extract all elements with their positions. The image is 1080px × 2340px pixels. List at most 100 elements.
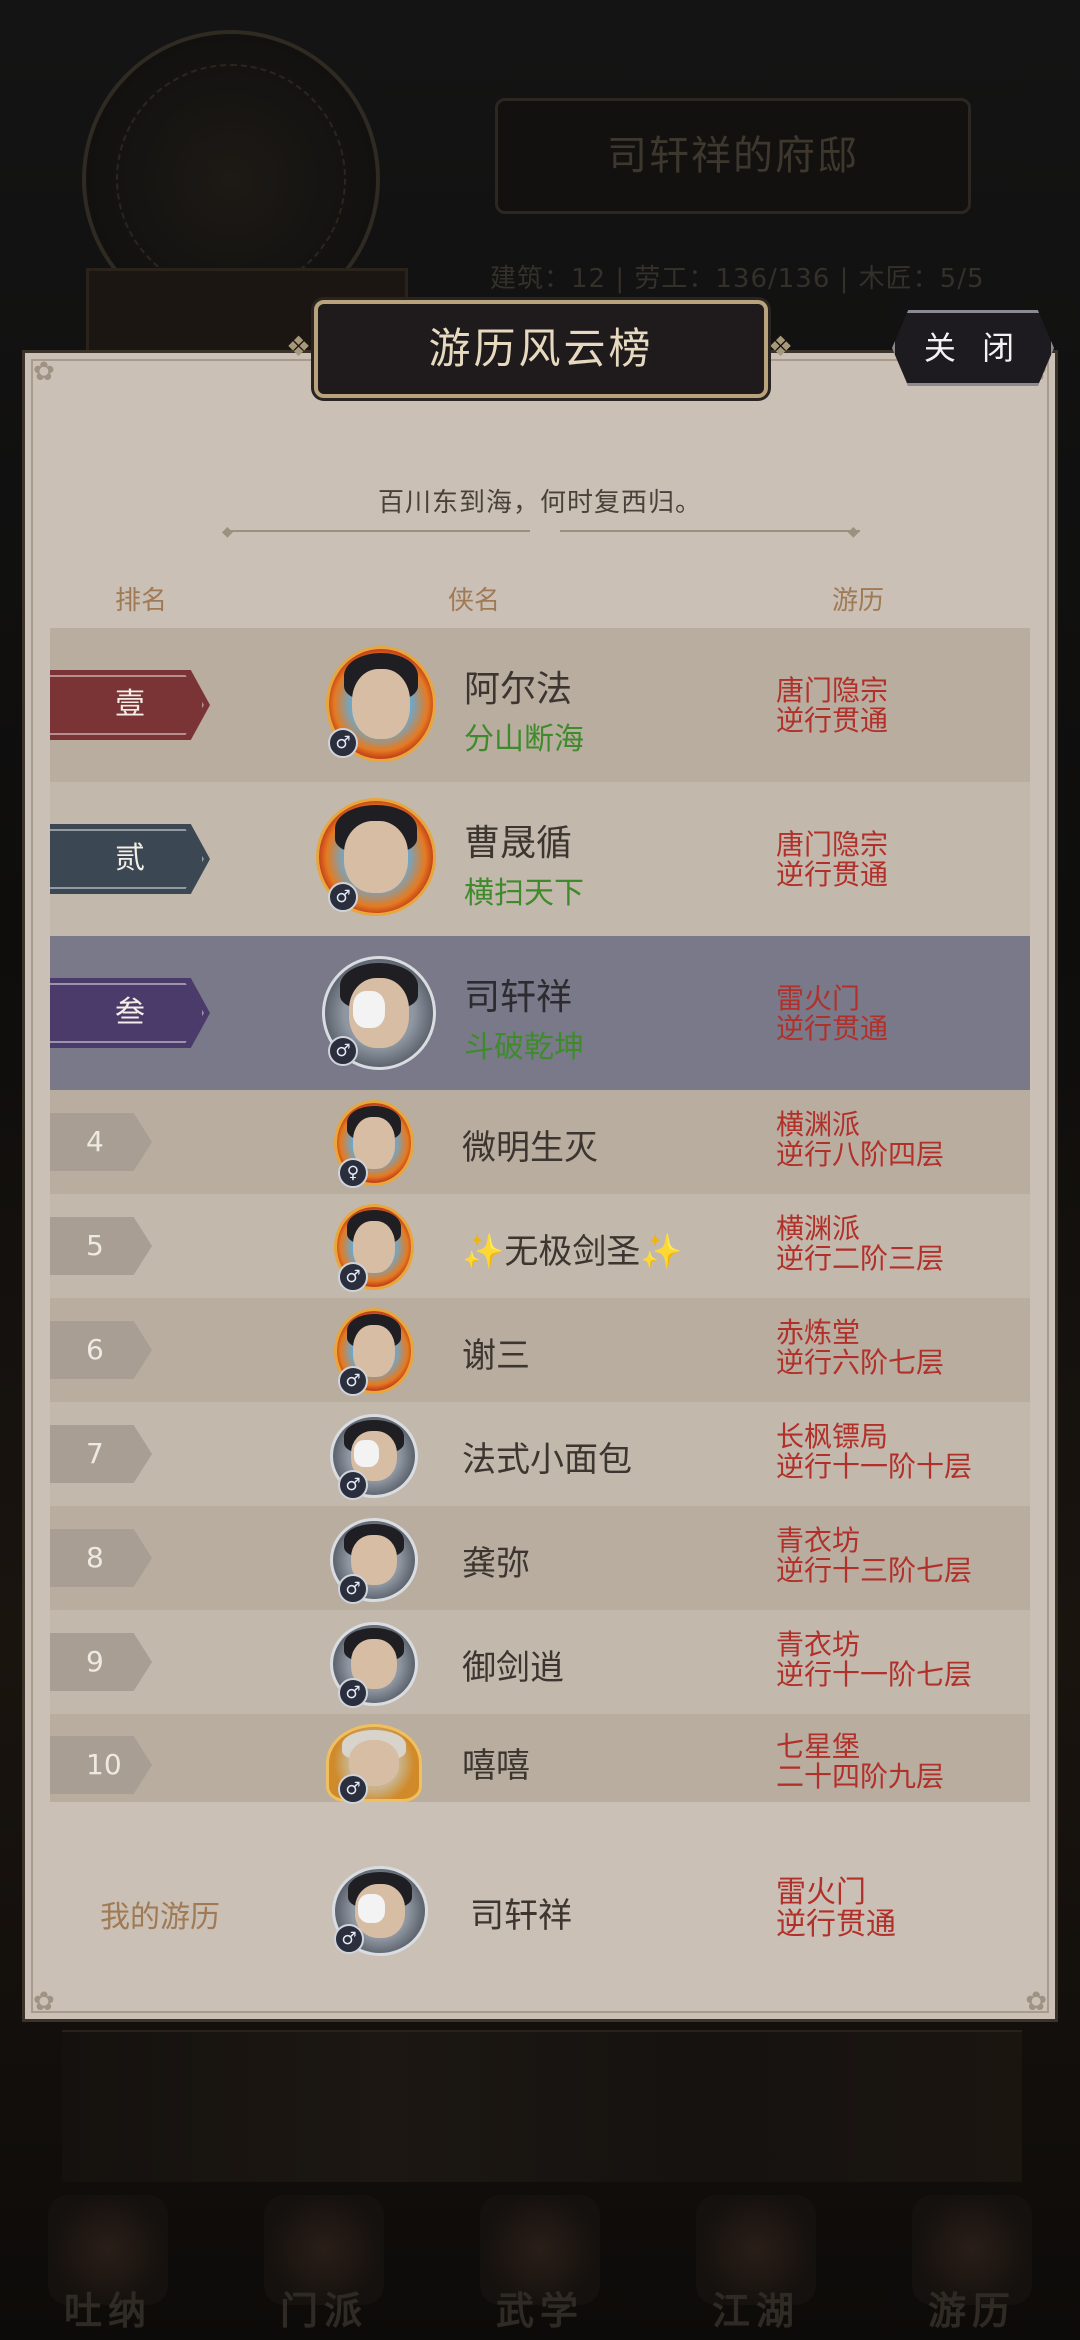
rank-tab: 7	[50, 1425, 152, 1483]
sect-name: 横渊派	[776, 1212, 861, 1245]
town-scene	[62, 2030, 1022, 2182]
player-name: 御剑逍	[462, 1648, 564, 1688]
my-record-label: 我的游历	[100, 1900, 220, 1935]
sect-name: 七星堡	[776, 1730, 861, 1763]
player-title: 斗破乾坤	[464, 1030, 584, 1065]
my-name: 司轩祥	[470, 1896, 572, 1936]
player-title: 分山断海	[464, 722, 584, 757]
player-name: 微明生灭	[462, 1128, 598, 1168]
ranking-row-4[interactable]: 4 ♀ 微明生灭 横渊派 逆行八阶四层	[50, 1090, 1030, 1194]
male-icon: ♂	[338, 1678, 368, 1708]
nav-item-breathing[interactable]: 吐纳	[23, 2195, 193, 2335]
nav-label: 吐纳	[63, 2289, 152, 2333]
travel-progress: 逆行贯通	[776, 1012, 889, 1045]
residence-title: 司轩祥的府邸	[495, 98, 971, 214]
sect-name: 唐门隐宗	[776, 828, 889, 861]
rank-tab: 10	[50, 1736, 152, 1794]
rank-tab: 8	[50, 1529, 152, 1587]
player-name: 嘻嘻	[462, 1746, 530, 1786]
nav-label: 江湖	[711, 2289, 800, 2333]
male-icon: ♂	[328, 728, 358, 758]
corner-ornament-icon: ✿	[1025, 1987, 1047, 2017]
nav-item-travel[interactable]: 游历	[887, 2195, 1057, 2335]
sect-name: 青衣坊	[776, 1628, 861, 1661]
nav-label: 游历	[927, 2289, 1016, 2333]
male-icon: ♂	[338, 1262, 368, 1292]
rank-badge: 贰	[50, 824, 210, 894]
player-name: 谢三	[462, 1336, 530, 1376]
rank-badge: 叁	[50, 978, 210, 1048]
player-name: 阿尔法	[464, 669, 573, 710]
male-icon: ♂	[334, 1924, 364, 1954]
male-icon: ♂	[338, 1366, 368, 1396]
travel-progress: 逆行十一阶十层	[776, 1450, 973, 1483]
sect-name: 唐门隐宗	[776, 674, 889, 707]
modal-title: 游历风云榜	[314, 300, 768, 398]
male-icon: ♂	[338, 1470, 368, 1500]
rank-badge: 壹	[50, 670, 210, 740]
rank-text: 贰	[115, 841, 145, 876]
travel-progress: 逆行贯通	[776, 858, 889, 891]
travel-progress: 逆行八阶四层	[776, 1138, 945, 1171]
player-name: 曹晟循	[464, 823, 573, 864]
player-name: 司轩祥	[464, 977, 573, 1018]
ranking-row-8[interactable]: 8 ♂ 龚弥 青衣坊 逆行十三阶七层	[50, 1506, 1030, 1610]
nav-label: 武学	[495, 2289, 584, 2333]
column-header-progress: 游历	[832, 586, 885, 616]
my-sect: 雷火门	[776, 1875, 866, 1910]
rank-tab: 6	[50, 1321, 152, 1379]
ranking-row-2[interactable]: 贰 ♂ 曹晟循 横扫天下 唐门隐宗 逆行贯通	[50, 782, 1030, 936]
nav-item-martial-arts[interactable]: 武学	[455, 2195, 625, 2335]
travel-progress: 逆行十三阶七层	[776, 1554, 973, 1587]
column-header-rank: 排名	[115, 586, 168, 616]
column-header-name: 侠名	[448, 586, 501, 616]
sect-name: 青衣坊	[776, 1524, 861, 1557]
divider-dot-icon: ◆	[222, 524, 233, 540]
title-ornament-left-icon: ❖	[286, 330, 312, 363]
ranking-row-7[interactable]: 7 ♂ 法式小面包 长枫镖局 逆行十一阶十层	[50, 1402, 1030, 1506]
motto-text: 百川东到海，何时复西归。	[377, 488, 702, 518]
title-ornament-right-icon: ❖	[768, 330, 794, 363]
ranking-row-9[interactable]: 9 ♂ 御剑逍 青衣坊 逆行十一阶七层	[50, 1610, 1030, 1714]
modal-title-text: 游历风云榜	[428, 324, 654, 373]
travel-progress: 逆行六阶七层	[776, 1346, 945, 1379]
nav-label: 门派	[279, 2289, 368, 2333]
nav-item-jianghu[interactable]: 江湖	[671, 2195, 841, 2335]
male-icon: ♂	[328, 882, 358, 912]
my-progress: 逆行贯通	[776, 1907, 896, 1942]
male-icon: ♂	[328, 1036, 358, 1066]
sect-name: 横渊派	[776, 1108, 861, 1141]
rank-tab: 4	[50, 1113, 152, 1171]
ranking-row-6[interactable]: 6 ♂ 谢三 赤炼堂 逆行六阶七层	[50, 1298, 1030, 1402]
player-name: 龚弥	[462, 1544, 530, 1584]
rank-text: 壹	[115, 687, 145, 722]
player-title: 横扫天下	[464, 876, 584, 911]
player-name: 法式小面包	[462, 1440, 632, 1480]
divider-right	[560, 530, 860, 532]
sect-name: 长枫镖局	[776, 1420, 889, 1453]
corner-ornament-icon: ✿	[33, 357, 55, 387]
divider-left	[230, 530, 530, 532]
rank-tab: 9	[50, 1633, 152, 1691]
rank-tab: 5	[50, 1217, 152, 1275]
sect-name: 赤炼堂	[776, 1316, 861, 1349]
ranking-row-1[interactable]: 壹 ♂ 阿尔法 分山断海 唐门隐宗 逆行贯通	[50, 628, 1030, 782]
bottom-nav: 吐纳 门派 武学 江湖 游历	[0, 2190, 1080, 2340]
travel-progress: 逆行十一阶七层	[776, 1658, 973, 1691]
travel-progress: 逆行二阶三层	[776, 1242, 945, 1275]
ranking-row-10[interactable]: 10 ♂ 嘻嘻 七星堡 二十四阶九层	[50, 1714, 1030, 1804]
rank-text: 叁	[115, 995, 145, 1030]
male-icon: ♂	[338, 1574, 368, 1604]
male-icon: ♂	[338, 1774, 368, 1804]
ranking-row-3[interactable]: 叁 ♂ 司轩祥 斗破乾坤 雷火门 逆行贯通	[50, 936, 1030, 1090]
nav-item-sect[interactable]: 门派	[239, 2195, 409, 2335]
residence-stats: 建筑：12 | 劳工：136/136 | 木匠：5/5	[490, 264, 985, 294]
travel-progress: 逆行贯通	[776, 704, 889, 737]
divider-dot-icon: ◆	[848, 524, 859, 540]
corner-ornament-icon: ✿	[33, 1987, 55, 2017]
close-button[interactable]: 关 闭	[892, 310, 1054, 386]
player-name: ✨无极剑圣✨	[462, 1232, 683, 1272]
ranking-row-5[interactable]: 5 ♂ ✨无极剑圣✨ 横渊派 逆行二阶三层	[50, 1194, 1030, 1298]
travel-progress: 二十四阶九层	[776, 1760, 945, 1793]
female-icon: ♀	[338, 1158, 368, 1188]
